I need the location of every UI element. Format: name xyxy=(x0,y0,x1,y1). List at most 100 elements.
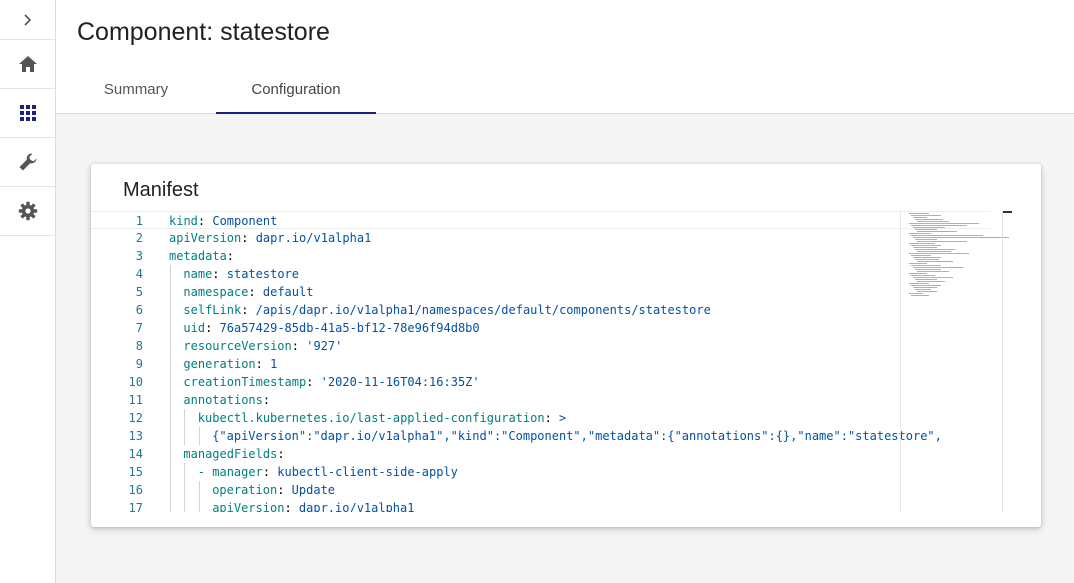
yaml-value: '927' xyxy=(306,339,343,353)
yaml-value: '2020-11-16T04:16:35Z' xyxy=(320,375,480,389)
minimap-line xyxy=(911,285,941,286)
indent-guide xyxy=(170,373,171,391)
yaml-value: 76a57429-85db-41a5-bf12-78e96f94d8b0 xyxy=(219,321,480,335)
indent-guide xyxy=(170,463,171,481)
minimap-line xyxy=(909,213,929,214)
minimap-line xyxy=(909,263,927,264)
chevron-right-icon xyxy=(23,13,31,26)
yaml-value: Component xyxy=(212,214,278,228)
line-number: 8 xyxy=(135,339,143,353)
yaml-separator: : xyxy=(241,231,256,245)
line-number: 14 xyxy=(128,447,143,461)
yaml-separator: : xyxy=(262,393,271,407)
minimap-line xyxy=(911,235,983,236)
indent-guide xyxy=(184,463,186,481)
manifest-card: Manifest 1 kind: Component 2 apiVersion: da… xyxy=(91,164,1041,527)
indent-guide xyxy=(184,499,186,512)
sidebar-item-settings[interactable] xyxy=(0,187,55,236)
minimap-line xyxy=(911,295,929,296)
line-number: 12 xyxy=(128,411,143,425)
line-number: 9 xyxy=(135,357,143,371)
yaml-key: metadata xyxy=(169,249,227,263)
gear-icon xyxy=(18,201,37,221)
indent-guide xyxy=(170,445,171,463)
sidebar-item-configuration[interactable] xyxy=(0,138,55,187)
minimap-line xyxy=(915,289,931,290)
code-line: 6 selfLink: /apis/dapr.io/v1alpha1/namesp… xyxy=(91,301,991,319)
indent-guide xyxy=(170,409,171,427)
sidebar-item-components[interactable] xyxy=(0,89,55,138)
yaml-value: default xyxy=(262,285,314,299)
yaml-value: statestore xyxy=(226,267,299,281)
minimap-line xyxy=(913,277,953,278)
yaml-key: name xyxy=(183,267,213,281)
code-line: 16 operation: Update xyxy=(91,481,991,499)
indent-guide xyxy=(170,427,171,445)
yaml-key: resourceVersion xyxy=(183,339,292,353)
indent-guide xyxy=(170,337,171,355)
minimap-line xyxy=(909,233,931,234)
tab-configuration[interactable]: Configuration xyxy=(216,66,376,113)
yaml-separator: : xyxy=(205,321,220,335)
minimap-line xyxy=(909,223,979,224)
minimap-line xyxy=(917,241,967,242)
yaml-key: creationTimestamp xyxy=(183,375,307,389)
line-number: 10 xyxy=(128,375,143,389)
sidebar-item-home[interactable] xyxy=(0,40,55,89)
sidebar-expand-button[interactable] xyxy=(0,0,55,40)
minimap-line xyxy=(909,253,969,254)
yaml-separator: : xyxy=(277,483,292,497)
indent-guide xyxy=(184,481,186,499)
home-icon xyxy=(18,56,37,72)
yaml-separator: : xyxy=(197,214,213,228)
minimap-line xyxy=(915,219,943,220)
yaml-key: managedFields xyxy=(183,447,278,461)
yaml-separator: : xyxy=(284,501,299,512)
sidebar xyxy=(0,0,56,583)
manifest-editor[interactable]: 1 kind: Component 2 apiVersion: dapr.io/v1a… xyxy=(91,211,1012,512)
minimap-line xyxy=(915,269,941,270)
line-number: 5 xyxy=(135,285,143,299)
minimap-line xyxy=(917,231,957,232)
code-line: 2 apiVersion: dapr.io/v1alpha1 xyxy=(91,229,991,247)
minimap-line xyxy=(917,251,951,252)
yaml-separator: : xyxy=(262,465,278,479)
code-line: 15 - manager: kubectl-client-side-apply xyxy=(91,463,991,481)
line-number: 3 xyxy=(135,249,143,263)
code-text: uid: 76a57429-85db-41a5-bf12-78e96f94d8b… xyxy=(183,319,913,337)
code-line: 4 name: statestore xyxy=(91,265,991,283)
yaml-value: /apis/dapr.io/v1alpha1/namespaces/defaul… xyxy=(255,303,711,317)
editor-minimap[interactable] xyxy=(900,211,1009,512)
line-number: 1 xyxy=(135,214,143,228)
minimap-line xyxy=(911,275,935,276)
code-line: 8 resourceVersion: '927' xyxy=(91,337,991,355)
minimap-line xyxy=(913,267,963,268)
minimap-line xyxy=(913,247,937,248)
code-text: namespace: default xyxy=(183,283,913,301)
yaml-separator: : xyxy=(306,375,321,389)
yaml-separator: : xyxy=(248,285,263,299)
wrench-icon xyxy=(19,153,36,171)
code-line: 17 apiVersion: dapr.io/v1alpha1 xyxy=(91,499,991,512)
minimap-line xyxy=(911,245,941,246)
yaml-key: namespace xyxy=(183,285,249,299)
code-text: annotations: xyxy=(183,391,913,409)
tab-summary[interactable]: Summary xyxy=(56,66,216,113)
yaml-value: kubectl-client-side-apply xyxy=(277,465,458,479)
yaml-value: 1 xyxy=(270,357,278,371)
editor-scrollbar[interactable] xyxy=(1002,211,1012,512)
line-number: 7 xyxy=(135,321,143,335)
yaml-key: apiVersion xyxy=(169,231,242,245)
minimap-line xyxy=(911,225,967,226)
code-line: 12 kubectl.kubernetes.io/last-applied-con… xyxy=(91,409,991,427)
code-text: kind: Component xyxy=(169,212,899,230)
apps-grid-icon xyxy=(19,105,36,121)
minimap-line xyxy=(911,265,941,266)
page-title: Component: statestore xyxy=(77,18,330,46)
yaml-separator: : xyxy=(277,447,285,461)
minimap-line xyxy=(917,281,945,282)
yaml-key: - manager xyxy=(197,465,263,479)
yaml-key: operation xyxy=(212,483,278,497)
line-number: 4 xyxy=(135,267,143,281)
code-text: resourceVersion: '927' xyxy=(183,337,913,355)
